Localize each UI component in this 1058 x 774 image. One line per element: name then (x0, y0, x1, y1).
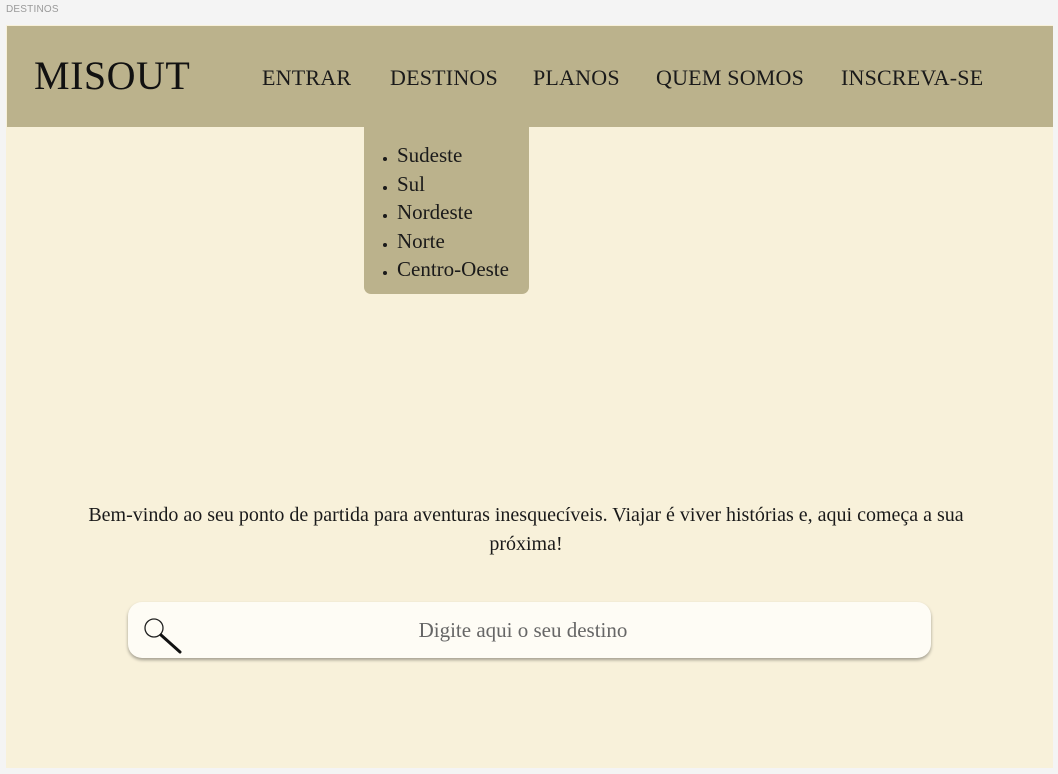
magnifier-icon[interactable] (142, 616, 186, 656)
dropdown-list: Sudeste Sul Nordeste Norte Centro-Oeste (364, 127, 529, 284)
brand-logo[interactable]: MISOUT (34, 54, 190, 98)
dropdown-item-sul[interactable]: Sul (397, 170, 529, 199)
nav-quem-somos[interactable]: QUEM SOMOS (656, 66, 804, 90)
navbar: MISOUT ENTRAR DESTINOS PLANOS QUEM SOMOS… (7, 26, 1053, 127)
welcome-text: Bem-vindo ao seu ponto de partida para a… (88, 504, 964, 555)
destinos-dropdown-menu: Sudeste Sul Nordeste Norte Centro-Oeste (364, 127, 529, 294)
nav-inscreva-se[interactable]: INSCREVA-SE (841, 66, 983, 90)
page-frame: MISOUT ENTRAR DESTINOS PLANOS QUEM SOMOS… (6, 25, 1053, 768)
dropdown-item-nordeste[interactable]: Nordeste (397, 198, 529, 227)
dropdown-item-centro-oeste[interactable]: Centro-Oeste (397, 255, 529, 284)
nav-entrar[interactable]: ENTRAR (262, 66, 351, 90)
nav-planos[interactable]: PLANOS (533, 66, 620, 90)
search-input[interactable] (198, 602, 848, 658)
dropdown-item-sudeste[interactable]: Sudeste (397, 141, 529, 170)
search-bar[interactable] (128, 602, 931, 658)
page-label: DESTINOS (6, 4, 59, 15)
dropdown-item-norte[interactable]: Norte (397, 227, 529, 256)
nav-destinos[interactable]: DESTINOS (390, 66, 498, 90)
